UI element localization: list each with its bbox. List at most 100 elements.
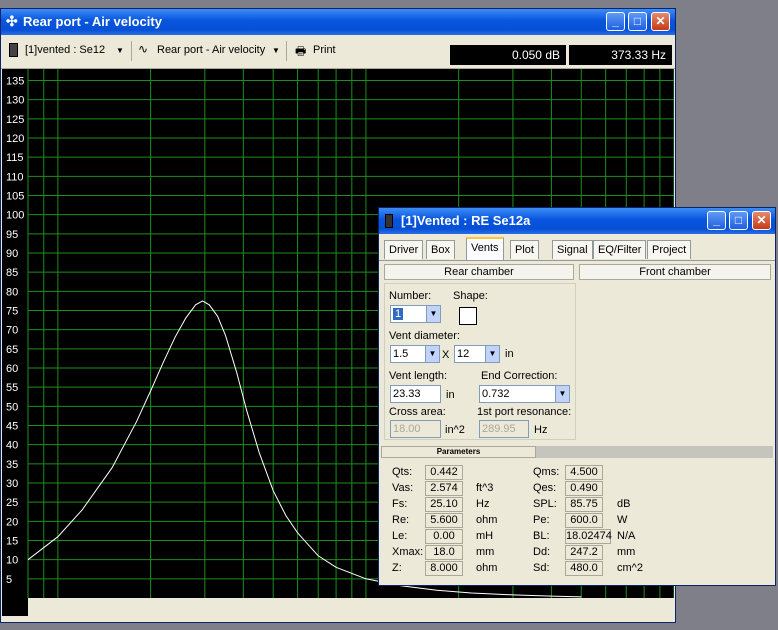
y-tick-label: 105 <box>6 191 24 203</box>
right-param-value: 480.0 <box>565 561 603 576</box>
y-tick-label: 90 <box>6 248 18 260</box>
y-tick-label: 120 <box>6 133 24 145</box>
dialog-icon <box>385 214 393 228</box>
left-param-label: Fs: <box>392 498 408 510</box>
right-param-unit: mm <box>617 546 636 558</box>
left-param-label: Re: <box>392 514 410 526</box>
shape-button[interactable] <box>459 307 477 325</box>
tab-vents[interactable]: Vents <box>466 237 504 260</box>
left-param-unit: ohm <box>476 562 498 574</box>
plot-toolbar: [1]vented : Se12 ▼ ∿ Rear port - Air vel… <box>1 35 675 69</box>
vent-diameter-value: 1.5 <box>393 348 409 360</box>
dialog-titlebar[interactable]: [1]Vented : RE Se12a _ □ ✕ <box>379 208 775 234</box>
number-value: 1 <box>393 308 404 320</box>
tab-eq-filter[interactable]: EQ/Filter <box>593 240 647 259</box>
waveform-icon: ∿ <box>138 42 149 56</box>
left-param-unit: ft^3 <box>476 482 494 494</box>
front-chamber-button[interactable]: Front chamber <box>579 264 771 280</box>
y-tick-label: 35 <box>6 459 18 471</box>
cross-area-label: Cross area: <box>389 406 446 418</box>
dialog-minimize-button[interactable]: _ <box>707 211 726 230</box>
vented-dialog: [1]Vented : RE Se12a _ □ ✕ Driver Box Ve… <box>378 207 776 586</box>
driver-select[interactable]: [1]vented : Se12 <box>25 44 105 56</box>
y-tick-label: 45 <box>6 421 18 433</box>
right-param-unit: W <box>617 514 628 526</box>
print-button[interactable]: Print <box>313 44 336 56</box>
right-param-unit: N/A <box>617 530 636 542</box>
parameters-tab[interactable]: Parameters <box>381 446 536 458</box>
end-correction-value: 0.732 <box>482 388 510 400</box>
end-correction-label: End Correction: <box>481 370 558 382</box>
tab-project[interactable]: Project <box>647 240 692 259</box>
plot-window-titlebar[interactable]: ✣ Rear port - Air velocity _ □ ✕ <box>1 9 675 35</box>
right-param-value: 0.490 <box>565 481 603 496</box>
left-param-value: 0.00 <box>425 529 463 544</box>
dialog-maximize-button[interactable]: □ <box>729 211 748 230</box>
dialog-close-button[interactable]: ✕ <box>752 211 771 230</box>
end-correction-dropdown-icon[interactable]: ▼ <box>555 386 569 402</box>
number-select[interactable]: 1 ▼ <box>390 305 441 323</box>
left-param-label: Xmax: <box>392 546 424 558</box>
right-param-value: 600.0 <box>565 513 603 528</box>
vent-second-select[interactable]: 12 ▼ <box>454 345 500 363</box>
right-param-value: 18.02474 <box>565 529 612 544</box>
parameters-label: Parameters <box>436 447 481 456</box>
vent-diameter-dropdown-icon[interactable]: ▼ <box>425 346 439 362</box>
vent-second-dropdown-icon[interactable]: ▼ <box>485 346 499 362</box>
left-param-value: 2.574 <box>425 481 463 496</box>
port-resonance-label: 1st port resonance: <box>477 406 572 418</box>
y-tick-label: 135 <box>6 76 24 88</box>
y-tick-label: 30 <box>6 478 18 490</box>
rear-chamber-button[interactable]: Rear chamber <box>384 264 574 280</box>
readout-hz: 373.33 Hz <box>569 45 672 65</box>
left-param-label: Qts: <box>392 466 413 478</box>
tab-box[interactable]: Box <box>426 240 455 259</box>
y-tick-label: 85 <box>6 267 18 279</box>
number-dropdown-icon[interactable]: ▼ <box>426 306 440 322</box>
printer-icon[interactable]: 🖶 <box>295 42 306 63</box>
driver-select-dropdown-icon[interactable]: ▼ <box>116 46 124 55</box>
y-tick-label: 70 <box>6 325 18 337</box>
right-param-label: SPL: <box>533 498 557 510</box>
left-param-value: 0.442 <box>425 465 463 480</box>
close-button[interactable]: ✕ <box>651 12 670 31</box>
left-param-value: 18.0 <box>425 545 463 560</box>
end-correction-select[interactable]: 0.732 ▼ <box>479 385 570 403</box>
right-param-label: Sd: <box>533 562 550 574</box>
y-tick-label: 50 <box>6 401 18 413</box>
tab-signal[interactable]: Signal <box>552 240 593 259</box>
left-param-unit: ohm <box>476 514 498 526</box>
y-tick-label: 15 <box>6 536 18 548</box>
vent-length-input[interactable]: 23.33 <box>390 385 441 403</box>
tab-plot[interactable]: Plot <box>510 240 539 259</box>
right-param-label: Qes: <box>533 482 557 494</box>
vent-x-label: X <box>442 349 450 361</box>
cross-area-unit: in^2 <box>445 424 465 436</box>
y-tick-label: 40 <box>6 440 18 452</box>
plot-select-dropdown-icon[interactable]: ▼ <box>272 46 280 55</box>
vent-length-unit: in <box>446 389 455 401</box>
left-param-label: Z: <box>392 562 402 574</box>
y-tick-label: 75 <box>6 306 18 318</box>
tab-driver[interactable]: Driver <box>384 240 424 259</box>
app-icon: ✣ <box>6 13 18 29</box>
shape-label: Shape: <box>453 290 488 302</box>
vent-diameter-select[interactable]: 1.5 ▼ <box>390 345 440 363</box>
y-tick-label: 100 <box>6 210 24 222</box>
minimize-button[interactable]: _ <box>606 12 625 31</box>
plot-select[interactable]: Rear port - Air velocity <box>157 44 265 56</box>
maximize-button[interactable]: □ <box>628 12 647 31</box>
right-param-unit: dB <box>617 498 631 510</box>
right-param-value: 247.2 <box>565 545 603 560</box>
x-axis-bar <box>28 598 674 616</box>
y-tick-label: 130 <box>6 95 24 107</box>
right-param-label: Qms: <box>533 466 560 478</box>
y-tick-label: 110 <box>6 171 24 183</box>
toolbar-separator <box>286 41 287 61</box>
left-param-label: Le: <box>392 530 408 542</box>
y-tick-label: 10 <box>6 555 18 567</box>
y-tick-label: 5 <box>6 574 12 586</box>
right-param-label: Dd: <box>533 546 551 558</box>
driver-icon <box>9 43 18 57</box>
y-tick-label: 60 <box>6 363 18 375</box>
